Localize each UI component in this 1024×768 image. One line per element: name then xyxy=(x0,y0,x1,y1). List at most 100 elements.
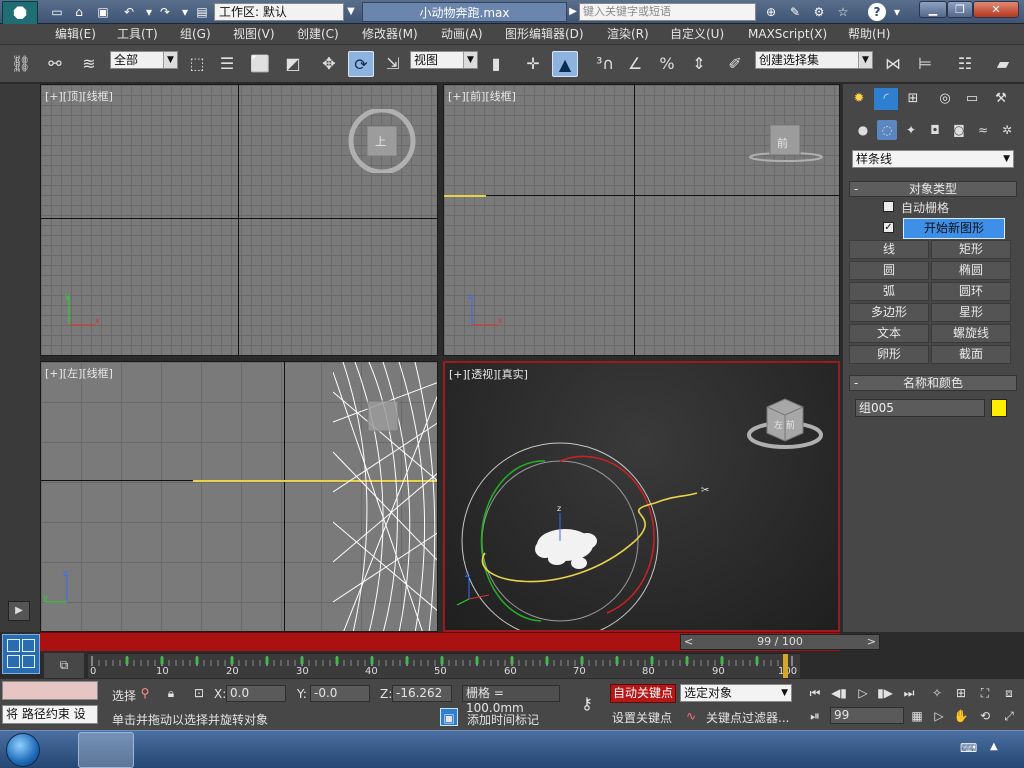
help-icon[interactable]: ? xyxy=(868,3,886,21)
time-tag-icon[interactable]: ▣ xyxy=(440,708,458,726)
absolute-mode-icon[interactable]: ⊡ xyxy=(190,684,208,702)
menu-animation[interactable]: 动画(A) xyxy=(441,26,483,43)
create-tab-icon[interactable]: ✹ xyxy=(847,88,871,110)
star-button[interactable]: 星形 xyxy=(931,303,1011,322)
window-crossing-icon[interactable]: ◩ xyxy=(280,51,306,77)
redo-icon[interactable]: ↷ xyxy=(156,3,174,21)
binoculars-icon[interactable]: ⊕ xyxy=(762,3,780,21)
snap-toggle-icon[interactable]: ³∩ xyxy=(592,51,618,77)
line-button[interactable]: 线 xyxy=(849,240,929,259)
next-frame-icon[interactable]: > xyxy=(867,635,876,649)
viewcube-left[interactable] xyxy=(365,398,401,434)
next-frame-icon[interactable]: ▮▶ xyxy=(876,684,894,702)
start-button[interactable] xyxy=(6,733,40,767)
menu-customize[interactable]: 自定义(U) xyxy=(670,26,724,43)
prev-frame-icon[interactable]: < xyxy=(684,635,693,649)
add-time-tag[interactable]: 添加时间标记 xyxy=(467,711,539,728)
menu-rendering[interactable]: 渲染(R) xyxy=(607,26,649,43)
viewport-top-label[interactable]: [+][顶][线框] xyxy=(45,88,113,104)
section-button[interactable]: 截面 xyxy=(931,345,1011,364)
zoom-extents-icon[interactable]: ⛶ xyxy=(976,684,994,702)
time-slider[interactable]: < 99 / 100 > xyxy=(680,634,880,650)
graphite-tools-icon[interactable]: ▰ xyxy=(990,51,1016,77)
menu-tools[interactable]: 工具(T) xyxy=(117,26,158,43)
lights-icon[interactable]: ✦ xyxy=(901,120,921,140)
utilities-tab-icon[interactable]: ⚒ xyxy=(989,88,1013,110)
minimize-button[interactable]: ▁ xyxy=(919,1,947,18)
zoom-extents-all-icon[interactable]: ⧈ xyxy=(1000,684,1018,702)
select-move-icon[interactable]: ✥ xyxy=(316,51,342,77)
start-new-shape-checkbox[interactable]: ✓ xyxy=(883,222,894,233)
systems-icon[interactable]: ✲ xyxy=(997,120,1017,140)
hierarchy-tab-icon[interactable]: ⊞ xyxy=(901,88,925,110)
circle-button[interactable]: 圆 xyxy=(849,261,929,280)
object-color-swatch[interactable] xyxy=(991,399,1007,417)
select-object-icon[interactable]: ⬚ xyxy=(184,51,210,77)
ellipse-button[interactable]: 椭圆 xyxy=(931,261,1011,280)
set-key-mode-icon[interactable]: ⚷ xyxy=(572,695,602,713)
ngon-button[interactable]: 多边形 xyxy=(849,303,929,322)
angle-snap-icon[interactable]: ∠ xyxy=(622,51,648,77)
x-coordinate-field[interactable]: 0.0 xyxy=(226,685,286,702)
spinner-snap-icon[interactable]: ⇕ xyxy=(686,51,712,77)
menu-views[interactable]: 视图(V) xyxy=(233,26,275,43)
current-frame-field[interactable]: 99 xyxy=(830,707,904,724)
viewport-front-label[interactable]: [+][前][线框] xyxy=(448,88,516,104)
selection-filter-select[interactable]: 全部 ▼ xyxy=(110,51,178,69)
object-type-rollout[interactable]: - 对象类型 xyxy=(849,181,1017,197)
zoom-all-icon[interactable]: ⊞ xyxy=(952,684,970,702)
menu-edit[interactable]: 编辑(E) xyxy=(55,26,96,43)
motion-tab-icon[interactable]: ◎ xyxy=(933,88,957,110)
y-coordinate-field[interactable]: -0.0 xyxy=(310,685,370,702)
menu-group[interactable]: 组(G) xyxy=(180,26,211,43)
close-button[interactable]: ✕ xyxy=(973,1,1019,18)
helix-button[interactable]: 螺旋线 xyxy=(931,324,1011,343)
expand-panel-icon[interactable]: ▶ xyxy=(8,601,30,621)
rectangle-button[interactable]: 矩形 xyxy=(931,240,1011,259)
shapes-icon[interactable]: ◌ xyxy=(877,120,897,140)
field-of-view-icon[interactable]: ▷ xyxy=(930,707,948,725)
maxscript-output[interactable]: 将 路径约束 设 xyxy=(2,705,98,724)
bind-space-warp-icon[interactable]: ≋ xyxy=(76,51,102,77)
save-file-icon[interactable]: ▣ xyxy=(94,3,112,21)
text-button[interactable]: 文本 xyxy=(849,324,929,343)
viewport-layout-icon[interactable] xyxy=(2,634,40,674)
workspace-dropdown-icon[interactable]: ▼ xyxy=(344,3,358,21)
pan-view-icon[interactable]: ✋ xyxy=(952,707,970,725)
mirror-icon[interactable]: ⋈ xyxy=(880,51,906,77)
start-new-shape-button[interactable]: 开始新图形 xyxy=(903,218,1005,239)
key-mode-toggle-icon[interactable]: ⏯ xyxy=(806,707,824,725)
edit-named-selection-icon[interactable]: ✐ xyxy=(722,51,748,77)
menu-help[interactable]: 帮助(H) xyxy=(848,26,890,43)
maxscript-listener-mini[interactable] xyxy=(2,681,98,700)
tray-expand-icon[interactable]: ▲ xyxy=(990,741,1004,757)
select-by-name-icon[interactable]: ☰ xyxy=(214,51,240,77)
percent-snap-icon[interactable]: % xyxy=(654,51,680,77)
new-file-icon[interactable]: ▭ xyxy=(48,3,66,21)
play-icon[interactable]: ▷ xyxy=(854,684,872,702)
viewport-perspective[interactable]: [+][透视][真实] z ✂ 左 前 z xyxy=(443,361,840,632)
favorites-star-icon[interactable]: ☆ xyxy=(834,3,852,21)
auto-key-button[interactable]: 自动关键点 xyxy=(610,684,676,703)
redo-dropdown-icon[interactable]: ▾ xyxy=(176,3,194,21)
time-slider-track[interactable]: < 99 / 100 > xyxy=(40,632,880,651)
key-filters-button[interactable]: 关键点过滤器... xyxy=(706,709,789,726)
unlink-icon[interactable]: ⚯ xyxy=(42,51,68,77)
previous-frame-icon[interactable]: ◀▮ xyxy=(830,684,848,702)
select-rotate-icon[interactable]: ⟳ xyxy=(348,51,374,77)
name-color-rollout[interactable]: - 名称和颜色 xyxy=(849,375,1017,391)
search-input[interactable]: 键入关键字或短语 xyxy=(579,3,756,21)
arc-button[interactable]: 弧 xyxy=(849,282,929,301)
cameras-icon[interactable]: ◘ xyxy=(925,120,945,140)
taskbar-3dsmax-button[interactable] xyxy=(78,732,134,768)
geometry-icon[interactable]: ● xyxy=(853,120,873,140)
undo-icon[interactable]: ↶ xyxy=(120,3,138,21)
selection-lock-icon[interactable]: 🔒︎ xyxy=(162,684,180,702)
helpers-icon[interactable]: ◙ xyxy=(949,120,969,140)
orbit-icon[interactable]: ⟲ xyxy=(976,707,994,725)
open-file-icon[interactable]: ⌂ xyxy=(70,3,88,21)
communication-icon[interactable]: ✎ xyxy=(786,3,804,21)
mini-curve-editor-icon[interactable]: ⧉ xyxy=(44,653,84,678)
named-selection-set-select[interactable]: 创建选择集 ▼ xyxy=(755,51,873,69)
select-scale-icon[interactable]: ⇲ xyxy=(380,51,406,77)
